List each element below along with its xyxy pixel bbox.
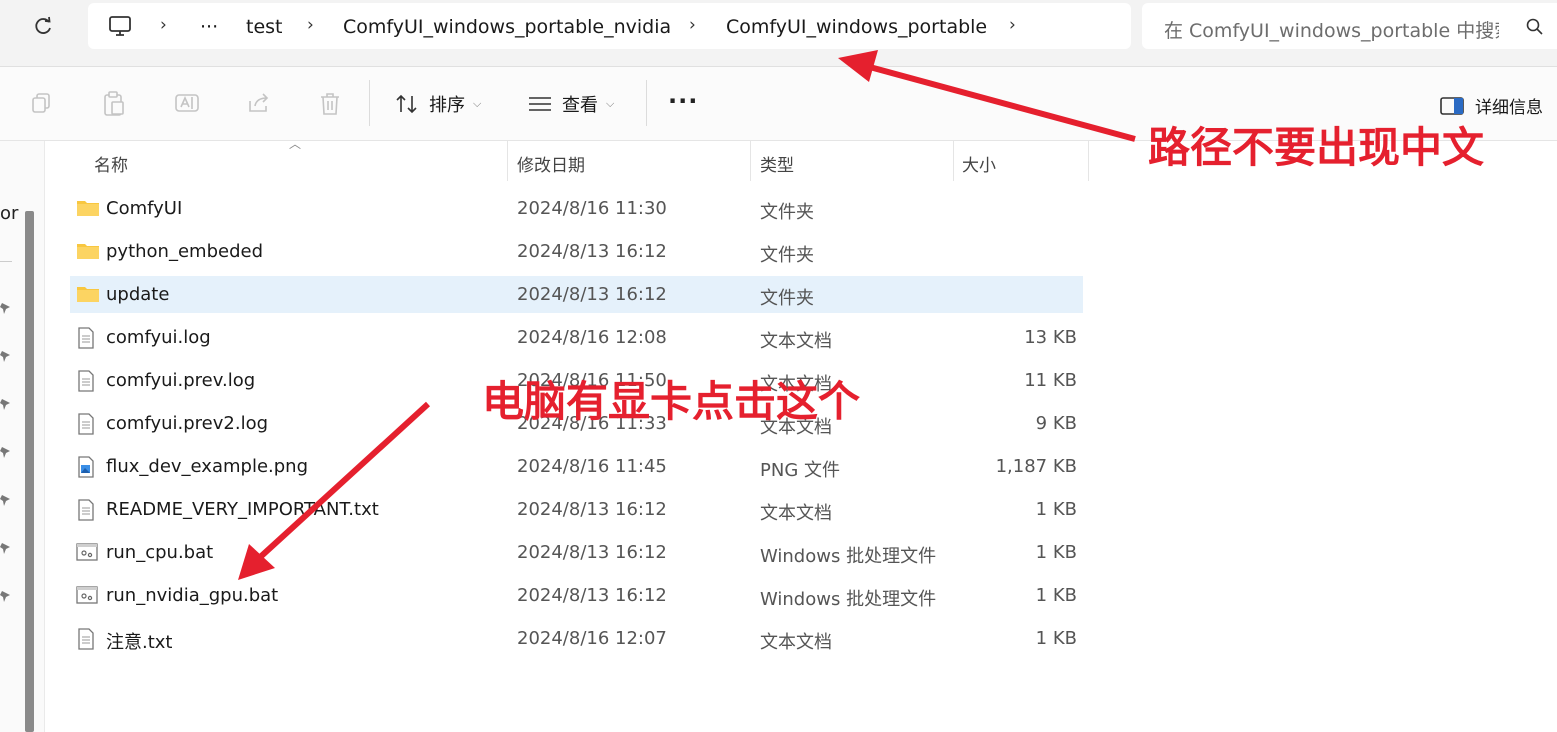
- annotation-arrows: [238, 50, 1136, 580]
- arrow-to-path: [865, 63, 1136, 142]
- arrowhead-icon: [838, 50, 878, 82]
- arrow-to-gpu-file: [254, 401, 431, 563]
